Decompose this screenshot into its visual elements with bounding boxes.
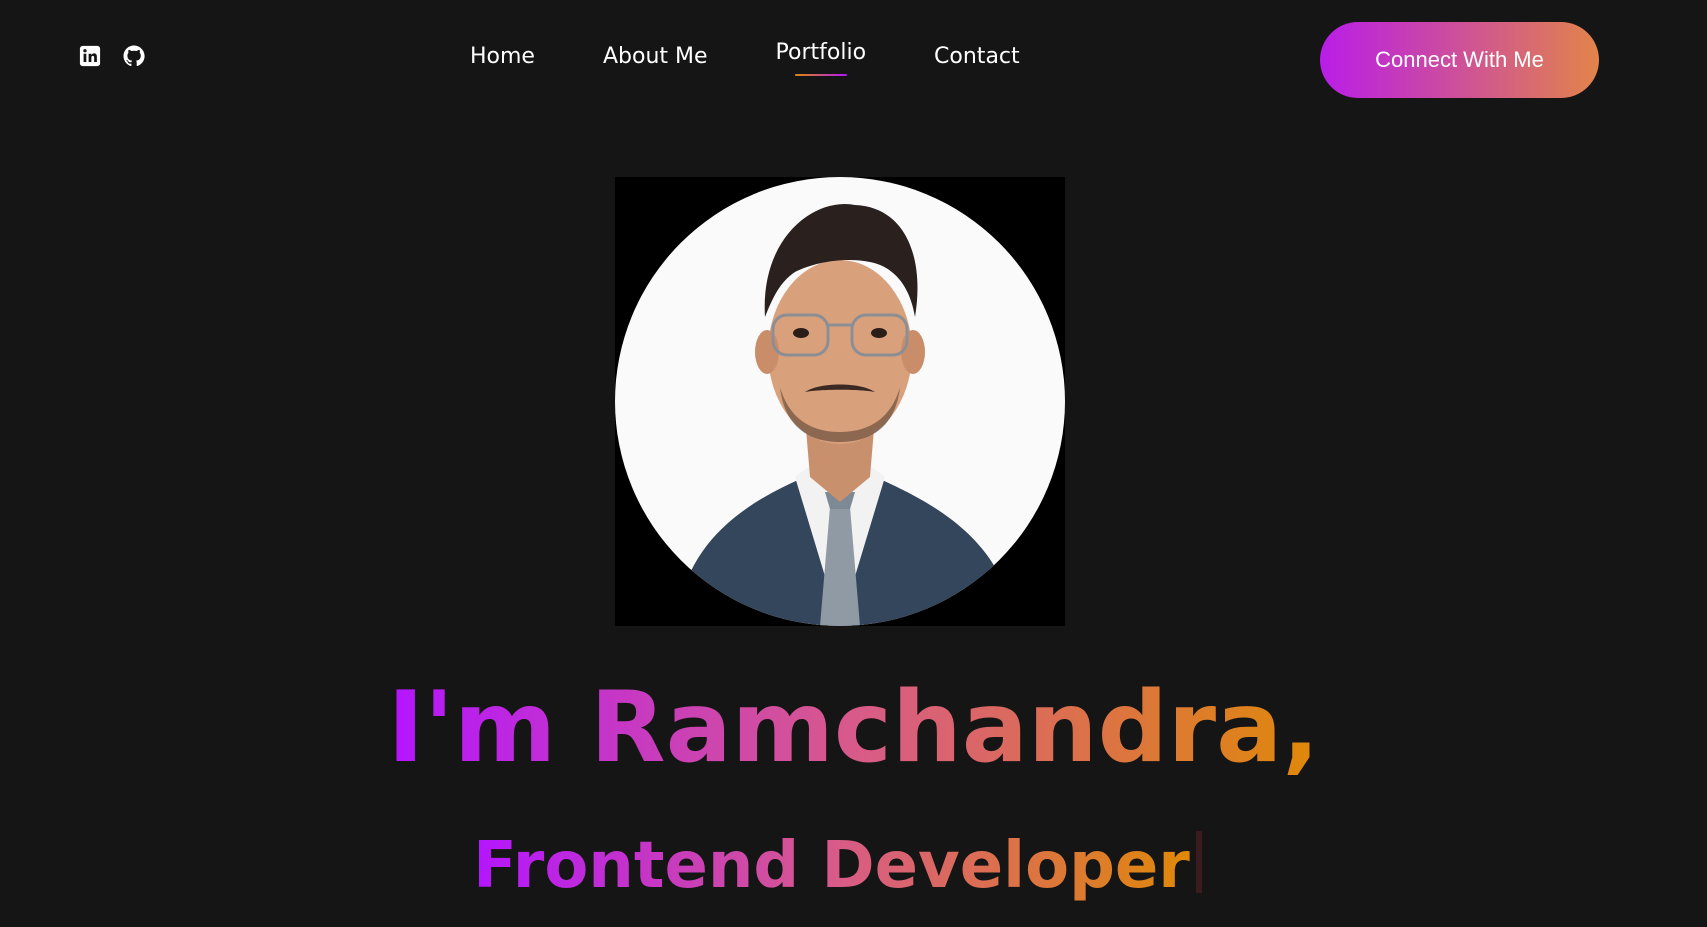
typing-cursor xyxy=(1195,831,1202,893)
hero-title: I'm Ramchandra, xyxy=(0,674,1707,783)
nav-menu: Home About Me Portfolio Contact xyxy=(470,40,1020,76)
person-portrait-icon xyxy=(675,203,1015,626)
nav-item-about-me[interactable]: About Me xyxy=(603,44,708,69)
hero-title-text: I'm Ramchandra, xyxy=(387,671,1320,785)
nav-item-portfolio-label: Portfolio xyxy=(775,40,867,65)
portfolio-page: Home About Me Portfolio Contact Connect … xyxy=(0,0,1707,927)
github-link[interactable] xyxy=(122,44,146,68)
nav-item-contact[interactable]: Contact xyxy=(934,44,1020,69)
hero-role-wrapper: Frontend Developer xyxy=(473,829,1202,904)
linkedin-link[interactable] xyxy=(78,44,102,68)
profile-photo-frame xyxy=(615,177,1065,626)
connect-with-me-button[interactable]: Connect With Me xyxy=(1320,22,1599,98)
linkedin-icon xyxy=(79,45,101,67)
nav-item-home[interactable]: Home xyxy=(470,44,535,69)
github-icon xyxy=(123,45,145,67)
hero-role-text: Frontend Developer xyxy=(473,829,1190,903)
hero-role: Frontend Developer xyxy=(0,829,1707,904)
nav-item-portfolio[interactable]: Portfolio xyxy=(775,40,867,76)
navbar: Home About Me Portfolio Contact Connect … xyxy=(0,0,1707,120)
profile-photo xyxy=(615,177,1065,626)
active-nav-underline xyxy=(794,74,847,76)
social-links xyxy=(78,44,146,68)
